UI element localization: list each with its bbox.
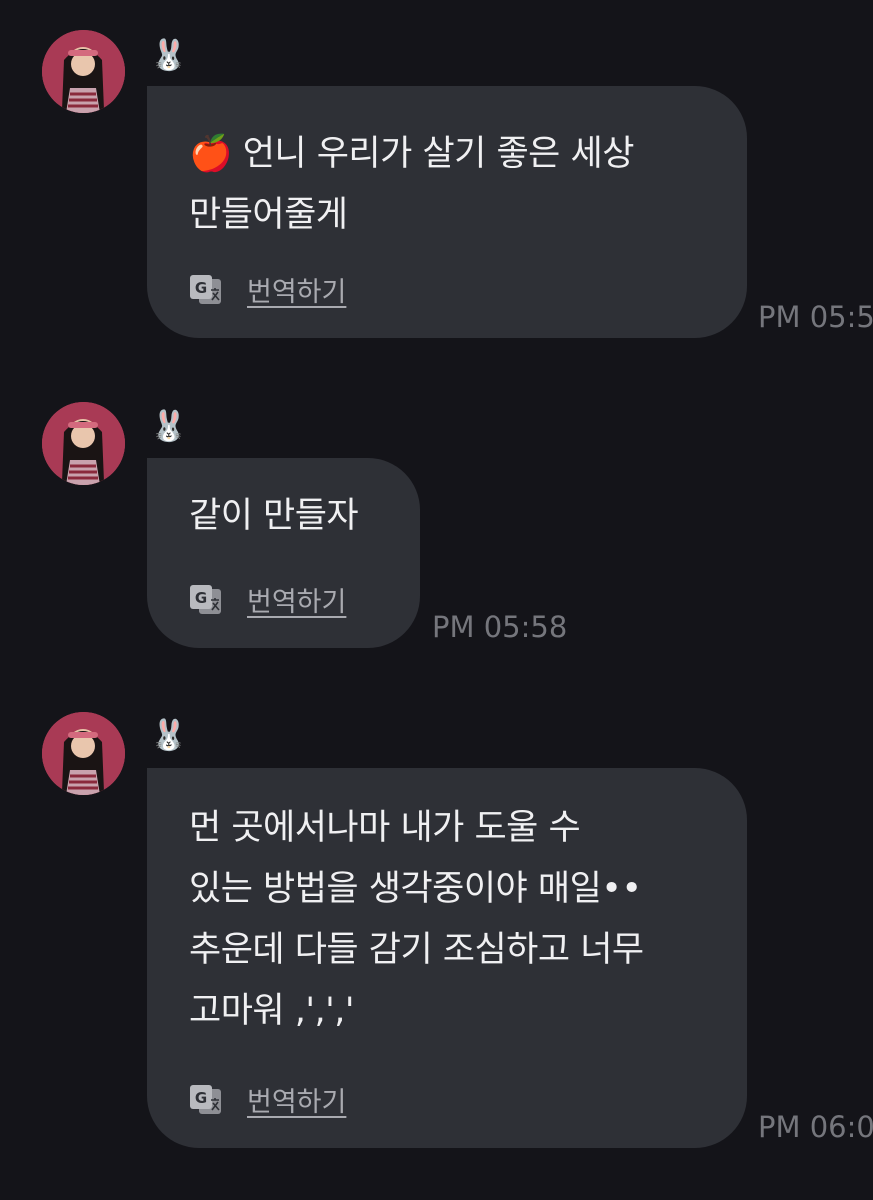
svg-text:G: G	[195, 1089, 207, 1107]
timestamp: PM 05:5	[758, 300, 873, 334]
translate-icon: G	[190, 1084, 221, 1114]
translate-label: 번역하기	[247, 277, 347, 308]
svg-text:G: G	[195, 589, 207, 607]
message-text: 같이 만들자	[189, 496, 359, 536]
message-bubble[interactable]: 같이 만들자 G 번역하기	[147, 458, 420, 648]
message-text: 먼 곳에서나마 내가 도울 수 있는 방법을 생각중이야 매일•• 추운데 다들…	[189, 808, 644, 1031]
translate-button[interactable]: G 번역하기	[189, 1080, 346, 1119]
translate-label: 번역하기	[247, 1087, 347, 1118]
sender-name: 🐰	[150, 409, 188, 444]
translate-button[interactable]: G 번역하기	[189, 270, 346, 309]
timestamp: PM 06:0	[758, 1110, 873, 1144]
sender-name: 🐰	[150, 38, 188, 73]
translate-label: 번역하기	[247, 587, 347, 618]
message-text: 🍎 언니 우리가 살기 좋은 세상 만들어줄게	[189, 134, 634, 235]
sender-name: 🐰	[150, 718, 188, 753]
translate-icon: G	[190, 274, 221, 304]
avatar[interactable]	[42, 712, 125, 795]
svg-text:G: G	[195, 279, 207, 297]
translate-icon: G	[190, 584, 221, 614]
message-bubble[interactable]: 먼 곳에서나마 내가 도울 수 있는 방법을 생각중이야 매일•• 추운데 다들…	[147, 768, 747, 1148]
timestamp: PM 05:58	[432, 610, 568, 644]
avatar[interactable]	[42, 402, 125, 485]
avatar[interactable]	[42, 30, 125, 113]
message-bubble[interactable]: 🍎 언니 우리가 살기 좋은 세상 만들어줄게 G 번역하기	[147, 86, 747, 338]
translate-button[interactable]: G 번역하기	[189, 580, 346, 619]
